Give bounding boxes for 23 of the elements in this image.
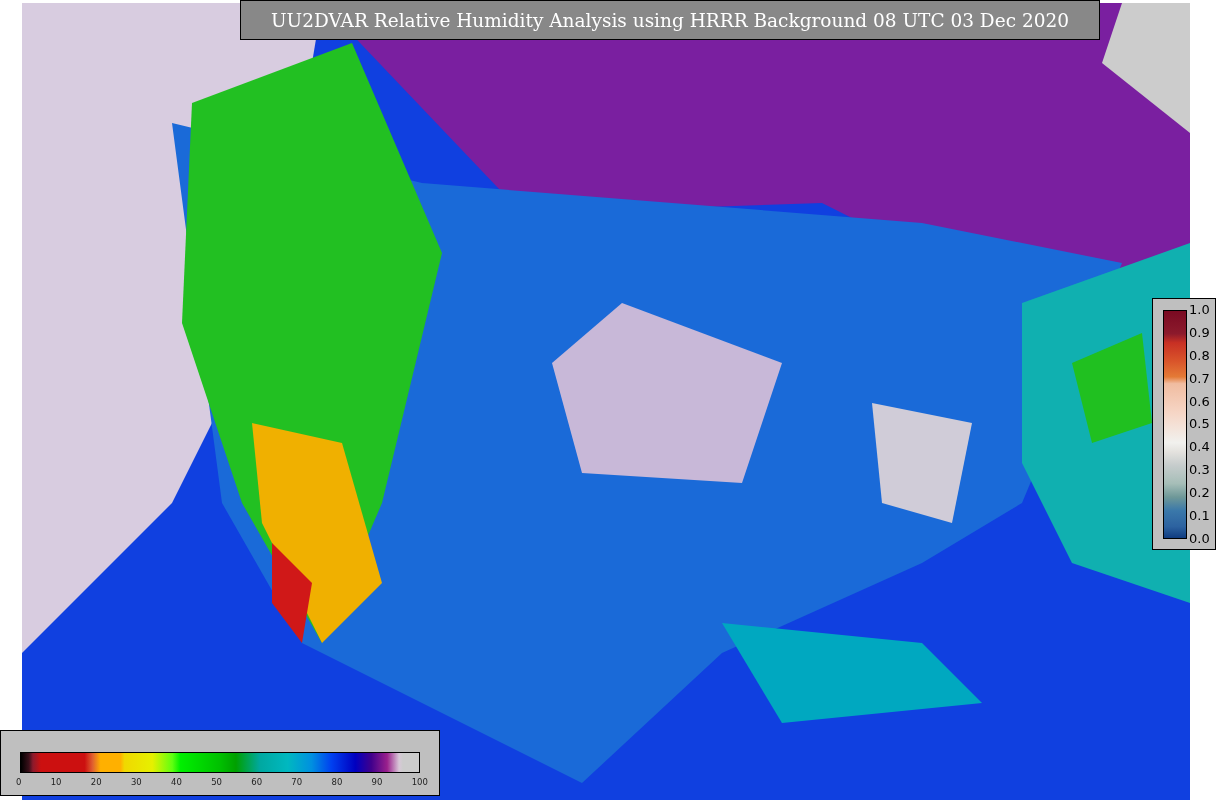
tick-label: 10 [50,777,62,787]
tick-label: 0.4 [1189,441,1210,454]
tick-label: 50 [211,777,222,787]
tick-label: 0 [16,777,22,787]
tick-label: 0.2 [1189,487,1210,500]
tick-label: 0.1 [1189,510,1210,522]
tick-label: 60 [251,777,263,787]
tick-label: 30 [130,777,142,787]
tick-label: 40 [171,777,182,787]
tick-label: 70 [291,777,303,787]
map-title: UU2DVAR Relative Humidity Analysis using HRRR Background 08 UTC 03 Dec 2020 [240,0,1100,40]
tick-label: 0.0 [1189,532,1210,545]
tick-label: 80 [331,777,343,787]
tick-label: 0.9 [1189,326,1210,339]
tick-label: 0.8 [1189,349,1210,362]
tick-label: 100 [411,777,428,787]
tick-label: 0.5 [1189,418,1210,431]
tick-label: 0.7 [1189,372,1210,385]
tick-label: 90 [371,777,383,787]
tick-label: 1.0 [1189,304,1210,316]
tick-label: 20 [90,777,102,787]
tick-label: 0.3 [1189,464,1210,477]
tick-label: 0.6 [1189,395,1210,408]
